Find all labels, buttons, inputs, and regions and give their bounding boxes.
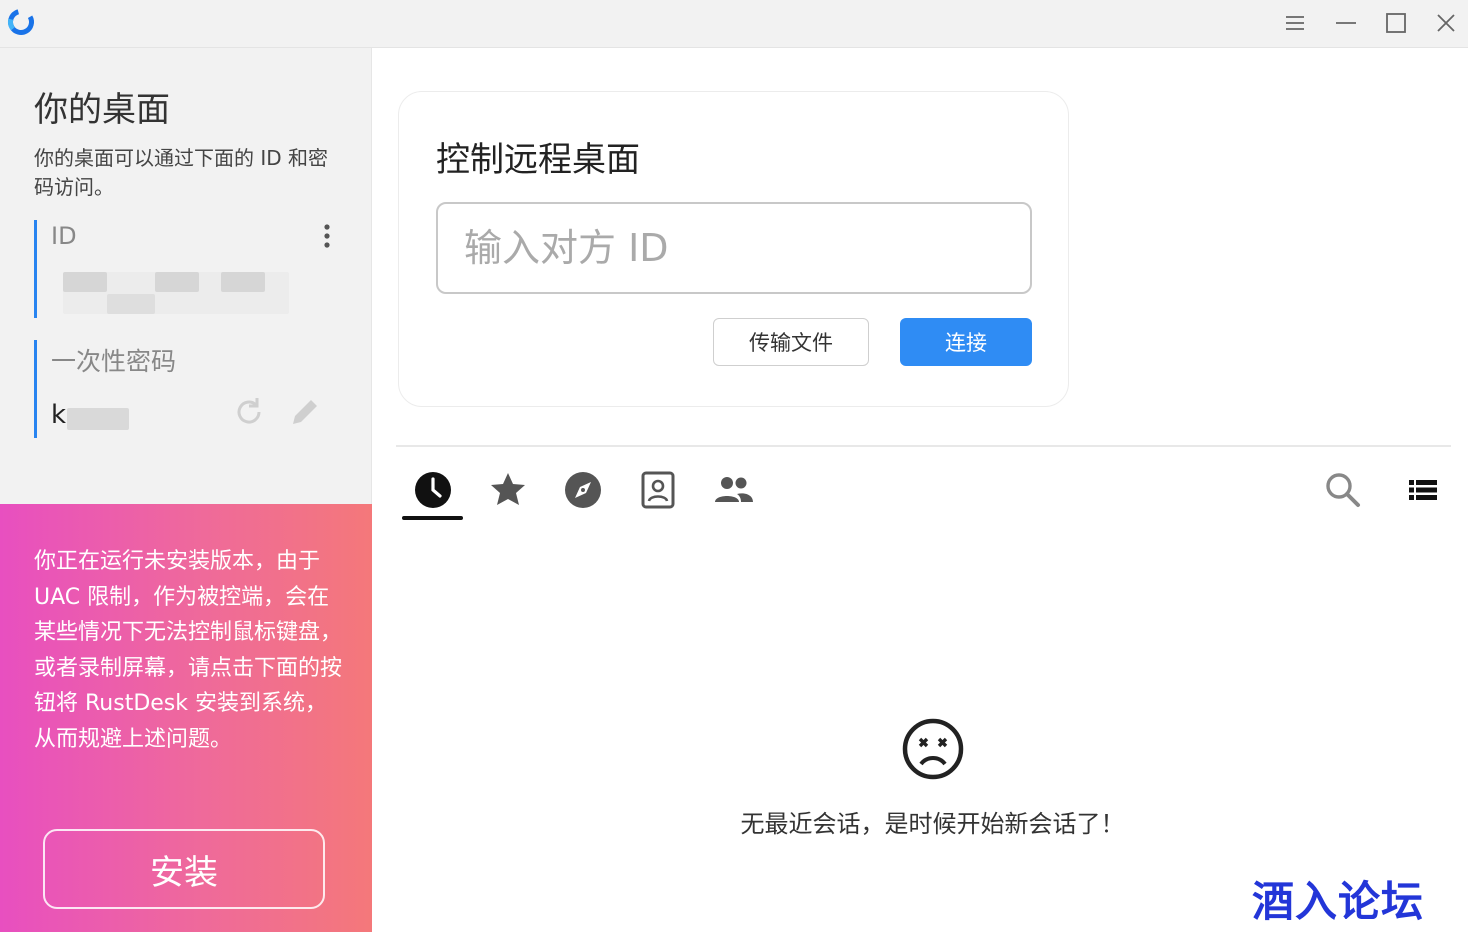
address-book-icon — [641, 471, 675, 509]
active-tab-indicator — [402, 516, 463, 520]
edit-pencil-icon[interactable] — [287, 394, 323, 430]
minimize-button[interactable] — [1328, 5, 1364, 41]
list-view-icon — [1409, 480, 1437, 500]
password-field[interactable]: 一次性密码 k — [34, 340, 340, 438]
password-label: 一次性密码 — [51, 347, 177, 376]
tab-discovered[interactable] — [561, 468, 605, 512]
control-remote-card: 控制远程桌面 传输文件 连接 — [398, 91, 1069, 407]
your-desktop-title: 你的桌面 — [34, 90, 170, 130]
watermark-text: 酒入论坛 — [1252, 877, 1425, 926]
uninstalled-warning: 你正在运行未安装版本，由于 UAC 限制，作为被控端，会在某些情况下无法控制鼠标… — [0, 504, 372, 932]
maximize-button[interactable] — [1378, 5, 1414, 41]
refresh-icon[interactable] — [231, 394, 267, 430]
id-label: ID — [51, 222, 77, 250]
menu-button[interactable] — [1277, 5, 1313, 41]
control-remote-title: 控制远程桌面 — [436, 140, 640, 180]
clock-icon — [415, 472, 451, 508]
maximize-icon — [1386, 13, 1406, 33]
password-value: k — [51, 400, 66, 430]
title-bar — [0, 0, 1468, 48]
sad-face-icon — [902, 718, 964, 780]
tab-groups[interactable] — [711, 468, 755, 512]
left-panel: 你的桌面 你的桌面可以通过下面的 ID 和密码访问。 ID 一次性密码 k 你正… — [0, 48, 372, 932]
more-options-icon[interactable] — [317, 222, 337, 252]
password-redacted — [67, 408, 129, 430]
search-button[interactable] — [1321, 468, 1365, 512]
tab-address-book[interactable] — [636, 468, 680, 512]
id-field[interactable]: ID — [34, 220, 340, 318]
close-icon — [1437, 14, 1455, 32]
your-desktop-section: 你的桌面 你的桌面可以通过下面的 ID 和密码访问。 ID 一次性密码 k — [0, 48, 372, 504]
file-transfer-button[interactable]: 传输文件 — [713, 318, 869, 366]
connect-button[interactable]: 连接 — [900, 318, 1032, 366]
close-button[interactable] — [1428, 5, 1464, 41]
search-icon — [1326, 473, 1360, 507]
tab-favorites[interactable] — [486, 468, 530, 512]
view-mode-button[interactable] — [1401, 468, 1445, 512]
warning-text: 你正在运行未安装版本，由于 UAC 限制，作为被控端，会在某些情况下无法控制鼠标… — [34, 549, 343, 752]
remote-id-input[interactable] — [436, 202, 1032, 294]
minimize-icon — [1336, 22, 1356, 24]
compass-icon — [565, 472, 601, 508]
password-visible-prefix: k — [51, 400, 67, 430]
group-icon — [715, 477, 753, 502]
star-icon — [491, 473, 525, 505]
menu-icon — [1286, 16, 1304, 30]
install-button[interactable]: 安装 — [43, 829, 325, 909]
empty-state-text: 无最近会话，是时候开始新会话了！ — [740, 810, 1125, 838]
your-desktop-description: 你的桌面可以通过下面的 ID 和密码访问。 — [34, 146, 329, 199]
section-divider — [396, 445, 1451, 447]
app-logo-icon — [8, 9, 34, 35]
tab-recent-sessions[interactable] — [411, 468, 455, 512]
